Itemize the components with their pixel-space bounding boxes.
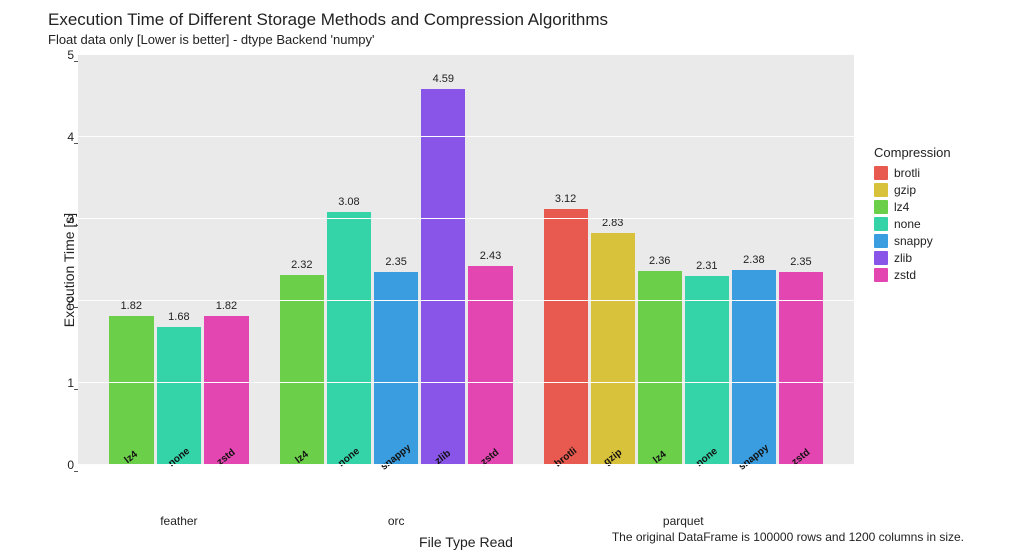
bar-category-label: snappy — [733, 440, 774, 476]
bar-category-label: zstd — [470, 440, 511, 476]
gridline — [78, 136, 854, 137]
legend-item-zlib: zlib — [874, 251, 1004, 265]
gridline — [78, 218, 854, 219]
bar-category-label: gzip — [592, 440, 633, 476]
bar-value-label: 4.59 — [421, 73, 465, 85]
bar-category-label: zstd — [780, 440, 821, 476]
legend-swatch — [874, 166, 888, 180]
legend-item-brotli: brotli — [874, 166, 1004, 180]
bar-value-label: 1.68 — [157, 311, 201, 323]
y-tick-label: 0 — [67, 458, 74, 472]
chart-container: Execution Time of Different Storage Meth… — [20, 10, 1004, 548]
legend-label: lz4 — [894, 200, 909, 214]
legend-item-gzip: gzip — [874, 183, 1004, 197]
bar-value-label: 1.82 — [204, 300, 248, 312]
legend-item-snappy: snappy — [874, 234, 1004, 248]
legend-swatch — [874, 217, 888, 231]
chart-footnote: The original DataFrame is 100000 rows an… — [612, 530, 964, 544]
bar-value-label: 2.31 — [685, 260, 729, 272]
bar-category-label: lz4 — [639, 440, 680, 476]
bar-value-label: 2.38 — [732, 254, 776, 266]
x-axis-label: File Type Read — [419, 534, 513, 550]
bar-feather-zstd: 1.82zstd — [204, 316, 248, 465]
y-tick-label: 3 — [67, 212, 74, 226]
legend-swatch — [874, 234, 888, 248]
legend-label: none — [894, 217, 921, 231]
bar-parquet-none: 2.31none — [685, 276, 729, 465]
legend-label: brotli — [894, 166, 920, 180]
bar-category-label: none — [686, 440, 727, 476]
y-tick-label: 5 — [67, 48, 74, 62]
chart-subtitle: Float data only [Lower is better] - dtyp… — [48, 32, 1004, 47]
legend-label: gzip — [894, 183, 916, 197]
bar-category-label: zstd — [206, 439, 248, 475]
x-group-label-feather: feather — [160, 514, 197, 528]
y-axis: Execution Time [s] 012345 — [20, 55, 78, 485]
gridline — [78, 54, 854, 55]
legend-label: snappy — [894, 234, 933, 248]
bar-value-label: 2.35 — [374, 256, 418, 268]
bar-category-label: none — [328, 440, 369, 476]
chart-title: Execution Time of Different Storage Meth… — [48, 10, 1004, 30]
legend-swatch — [874, 183, 888, 197]
legend-item-lz4: lz4 — [874, 200, 1004, 214]
gridline — [78, 300, 854, 301]
y-tick-label: 1 — [67, 376, 74, 390]
bar-orc-lz4: 2.32lz4 — [280, 275, 324, 465]
bar-parquet-gzip: 2.83gzip — [591, 233, 635, 465]
bar-category-label: lz4 — [281, 440, 322, 476]
y-tick-label: 4 — [67, 130, 74, 144]
bar-category-label: lz4 — [110, 439, 152, 475]
gridline — [78, 464, 854, 465]
bar-orc-none: 3.08none — [327, 212, 371, 465]
y-tick-label: 2 — [67, 294, 74, 308]
bar-value-label: 3.12 — [544, 193, 588, 205]
bars-layer: 1.82lz41.68none1.82zstd2.32lz43.08none2.… — [78, 55, 854, 465]
bar-value-label: 2.32 — [280, 259, 324, 271]
bar-orc-zlib: 4.59zlib — [421, 89, 465, 465]
bar-value-label: 1.82 — [109, 300, 153, 312]
plot-wrap: Execution Time [s] 012345 1.82lz41.68non… — [20, 55, 1004, 485]
bar-category-label: snappy — [375, 440, 416, 476]
gridline — [78, 382, 854, 383]
bar-parquet-brotli: 3.12brotli — [544, 209, 588, 465]
legend-label: zstd — [894, 268, 916, 282]
legend-swatch — [874, 268, 888, 282]
bar-orc-zstd: 2.43zstd — [468, 266, 512, 465]
bar-parquet-zstd: 2.35zstd — [779, 272, 823, 465]
legend-swatch — [874, 251, 888, 265]
legend-item-zstd: zstd — [874, 268, 1004, 282]
x-group-label-parquet: parquet — [663, 514, 704, 528]
bar-feather-lz4: 1.82lz4 — [109, 316, 153, 465]
bar-category-label: brotli — [545, 440, 586, 476]
legend-item-none: none — [874, 217, 1004, 231]
plot-area: 1.82lz41.68none1.82zstd2.32lz43.08none2.… — [78, 55, 854, 465]
bar-feather-none: 1.68none — [157, 327, 201, 465]
bar-category-label: none — [158, 439, 200, 475]
legend: Compression brotli gzip lz4 none snappy zlib z… — [854, 55, 1004, 485]
legend-title: Compression — [874, 145, 1004, 160]
bar-orc-snappy: 2.35snappy — [374, 272, 418, 465]
bar-category-label: zlib — [423, 440, 464, 476]
bar-value-label: 3.08 — [327, 196, 371, 208]
legend-swatch — [874, 200, 888, 214]
bar-value-label: 2.35 — [779, 256, 823, 268]
bar-value-label: 2.43 — [468, 250, 512, 262]
legend-items: brotli gzip lz4 none snappy zlib zstd — [874, 166, 1004, 282]
legend-label: zlib — [894, 251, 912, 265]
bar-value-label: 2.36 — [638, 255, 682, 267]
y-ticks: 012345 — [44, 55, 74, 465]
x-group-label-orc: orc — [388, 514, 405, 528]
